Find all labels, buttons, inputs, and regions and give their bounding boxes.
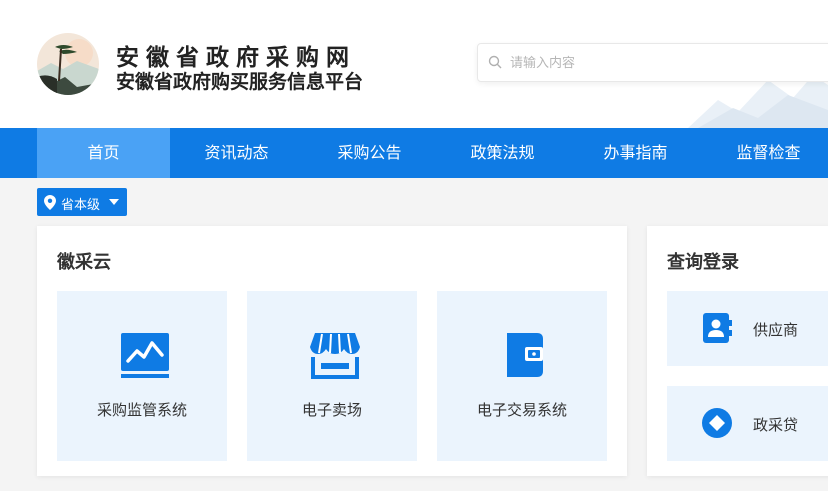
caret-down-icon bbox=[109, 199, 119, 205]
huicaiyun-card: 徽采云 采购监管系统 电子卖场 电子交易系统 bbox=[37, 226, 627, 476]
query-supplier-label: 供应商 bbox=[753, 321, 799, 339]
location-pin-icon bbox=[44, 195, 56, 210]
nav-policies[interactable]: 政策法规 bbox=[436, 128, 569, 178]
query-loan-label: 政采贷 bbox=[753, 416, 799, 434]
contact-card-icon bbox=[703, 313, 732, 343]
search-box[interactable] bbox=[477, 43, 828, 82]
query-supplier[interactable]: 供应商 bbox=[667, 291, 828, 366]
region-selector[interactable]: 省本级 bbox=[37, 188, 127, 216]
site-subtitle: 安徽省政府购买服务信息平台 bbox=[116, 71, 364, 93]
region-label: 省本级 bbox=[61, 198, 101, 213]
tile-label: 电子卖场 bbox=[301, 401, 362, 419]
site-header: 安徽省政府采购网 安徽省政府购买服务信息平台 bbox=[0, 0, 828, 128]
query-login-card: 查询登录 供应商 政采贷 bbox=[647, 226, 828, 476]
storefront-icon bbox=[310, 333, 360, 379]
tile-e-mall[interactable]: 电子卖场 bbox=[247, 291, 417, 461]
nav-news[interactable]: 资讯动态 bbox=[170, 128, 303, 178]
wallet-icon bbox=[507, 333, 543, 377]
nav-service-guide[interactable]: 办事指南 bbox=[569, 128, 702, 178]
search-input[interactable] bbox=[508, 52, 812, 74]
query-procurement-loan[interactable]: 政采贷 bbox=[667, 386, 828, 461]
tile-label: 电子交易系统 bbox=[476, 401, 567, 419]
search-icon[interactable] bbox=[488, 55, 502, 69]
diamond-loan-icon bbox=[702, 408, 732, 438]
tile-e-trading-system[interactable]: 电子交易系统 bbox=[437, 291, 607, 461]
nav-home[interactable]: 首页 bbox=[37, 128, 170, 178]
tile-label: 采购监管系统 bbox=[96, 401, 187, 419]
tile-procurement-supervision[interactable]: 采购监管系统 bbox=[57, 291, 227, 461]
nav-procurement-notices[interactable]: 采购公告 bbox=[303, 128, 436, 178]
query-login-title: 查询登录 bbox=[667, 252, 739, 273]
huicaiyun-title: 徽采云 bbox=[57, 252, 111, 273]
site-logo[interactable] bbox=[37, 33, 99, 95]
nav-supervision[interactable]: 监督检查 bbox=[702, 128, 828, 178]
main-nav: 首页 资讯动态 采购公告 政策法规 办事指南 监督检查 bbox=[0, 128, 828, 178]
monitor-chart-icon bbox=[121, 333, 169, 378]
